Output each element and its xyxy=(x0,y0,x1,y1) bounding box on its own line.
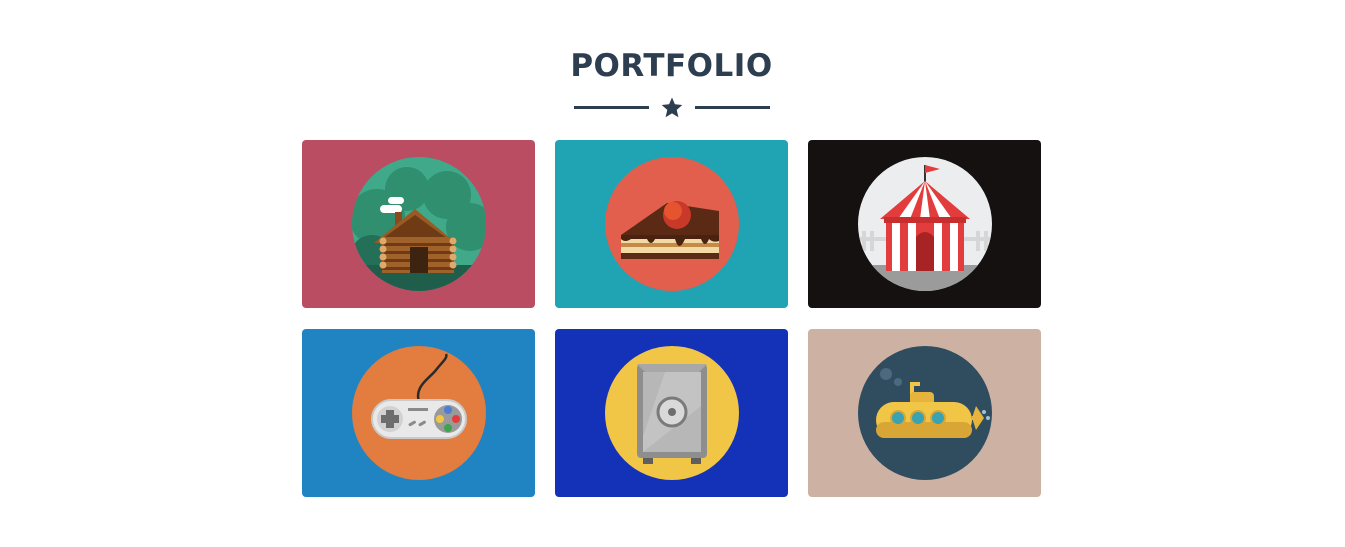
log-cabin-icon xyxy=(352,157,486,291)
portfolio-item-controller[interactable] xyxy=(302,329,535,497)
game-controller-icon xyxy=(352,346,486,480)
safe-icon xyxy=(605,346,739,480)
section-title: PORTFOLIO xyxy=(570,48,773,84)
portfolio-item-safe[interactable] xyxy=(555,329,788,497)
circus-tent-icon xyxy=(858,157,992,291)
portfolio-item-cake[interactable] xyxy=(555,140,788,308)
divider-line-left xyxy=(574,106,649,109)
submarine-icon xyxy=(858,346,992,480)
portfolio-item-cabin[interactable] xyxy=(302,140,535,308)
title-divider xyxy=(574,96,770,120)
cake-slice-icon xyxy=(605,157,739,291)
divider-line-right xyxy=(695,106,770,109)
portfolio-item-circus[interactable] xyxy=(808,140,1041,308)
portfolio-item-submarine[interactable] xyxy=(808,329,1041,497)
star-icon xyxy=(661,97,683,118)
